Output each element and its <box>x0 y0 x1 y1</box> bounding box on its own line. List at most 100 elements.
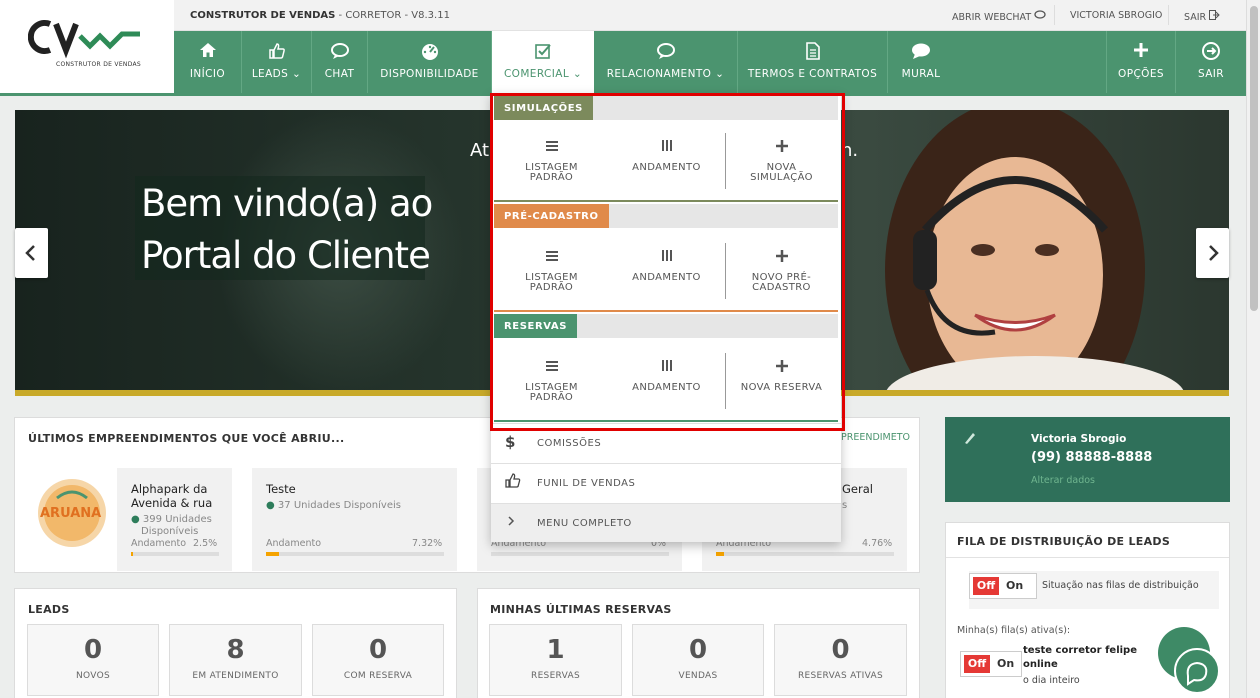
project-name-line2: Avenida & rua <box>131 496 213 510</box>
top-bar: CONSTRUTOR DE VENDAS - CORRETOR - V8.3.1… <box>174 0 1246 31</box>
progress-bar <box>266 552 444 556</box>
project-name: Alphapark da <box>131 482 208 496</box>
stat-value: 0 <box>368 635 388 665</box>
toggle-on: On <box>1006 579 1024 592</box>
funil-de-vendas-link[interactable]: FUNIL DE VENDAS <box>491 463 841 503</box>
leads-queue-title: FILA DE DISTRIBUIÇÃO DE LEADS <box>957 535 1171 548</box>
exit-icon <box>1202 42 1220 60</box>
stat-value: 8 <box>226 635 245 665</box>
plus-icon <box>1134 43 1148 57</box>
chat-widget-icon[interactable] <box>1174 648 1220 694</box>
project-card[interactable]: ARUANA Alphapark da Avenida & rua ● 399 … <box>22 468 232 571</box>
project-name: Geral <box>842 482 873 496</box>
progress-value: 7.32% <box>412 538 443 549</box>
nav-leads[interactable]: LEADS ⌄ <box>242 31 312 93</box>
queue-status-toggle[interactable]: Off On <box>969 573 1037 599</box>
progress-value: 2.5% <box>193 538 218 549</box>
nav-comercial[interactable]: COMERCIAL ⌄ <box>492 31 594 93</box>
link-label: MENU COMPLETO <box>537 518 632 529</box>
project-units: ● 399 Unidades <box>131 514 212 525</box>
stat-reservas[interactable]: 1 RESERVAS <box>489 624 622 696</box>
all-projects-link[interactable]: PREENDIMETO <box>841 432 910 443</box>
stat-value: 0 <box>831 635 850 665</box>
chevron-right-icon <box>1209 245 1219 261</box>
active-queues-label: Minha(s) fila(s) ativa(s): <box>957 625 1071 636</box>
project-units-text: 399 Unidades <box>142 514 212 525</box>
logout-link[interactable]: SAIR <box>1184 10 1220 23</box>
nav-label: MURAL <box>901 68 941 80</box>
thumbs-up-icon <box>505 473 521 492</box>
progress-value: 4.76% <box>862 538 893 549</box>
status-dot-icon: ● <box>131 514 140 525</box>
logo-subtitle: CONSTRUTOR DE VENDAS <box>56 61 142 68</box>
project-card[interactable]: Teste ● 37 Unidades Disponíveis Andament… <box>252 468 457 571</box>
banner-title-line2: Portal do Cliente <box>141 234 431 277</box>
project-units-text: 37 Unidades Disponíveis <box>277 500 401 511</box>
project-logo-area: ARUANA <box>22 468 117 571</box>
open-webchat-link[interactable]: ABRIR WEBCHAT <box>952 10 1046 23</box>
document-icon <box>805 42 820 60</box>
stat-label: RESERVAS <box>531 671 580 681</box>
nav-label: LEADS ⌄ <box>242 68 311 80</box>
carousel-prev-button[interactable] <box>15 228 48 278</box>
support-agent-image <box>885 110 1185 396</box>
dashboard-icon <box>421 44 438 60</box>
chevron-right-icon <box>505 513 519 532</box>
nav-mural[interactable]: MURAL <box>888 31 954 93</box>
banner-title-line1: Bem vindo(a) ao <box>141 182 433 225</box>
status-dot-icon: ● <box>266 500 275 511</box>
nav-label: INÍCIO <box>189 68 226 80</box>
link-label: FUNIL DE VENDAS <box>537 478 636 489</box>
stat-reservas-ativas[interactable]: 0 RESERVAS ATIVAS <box>774 624 907 696</box>
progress-bar <box>716 552 894 556</box>
stat-label: VENDAS <box>678 671 718 681</box>
nav-relacionamento[interactable]: RELACIONAMENTO ⌄ <box>594 31 738 93</box>
edit-profile-link[interactable]: Alterar dados <box>1031 475 1095 486</box>
page-scrollbar[interactable] <box>1246 0 1260 698</box>
queue-period: o dia inteiro <box>1023 675 1080 686</box>
webchat-label: ABRIR WEBCHAT <box>952 12 1032 23</box>
project-units: ● 37 Unidades Disponíveis <box>266 500 401 511</box>
user-card: Victoria Sbrogio (99) 88888-8888 Alterar… <box>945 417 1230 502</box>
toggle-off: Off <box>973 577 999 595</box>
comment-icon <box>912 43 930 59</box>
stat-em-atendimento[interactable]: 8 EM ATENDIMENTO <box>169 624 302 696</box>
nav-label-text: COMERCIAL <box>503 68 570 80</box>
exit-icon <box>1209 10 1220 20</box>
highlight-box <box>490 93 845 431</box>
progress-label: Andamento <box>266 538 322 549</box>
progress-fill <box>266 552 280 556</box>
scrollbar-thumb[interactable] <box>1250 6 1258 311</box>
logo[interactable]: CONSTRUTOR DE VENDAS <box>0 0 174 93</box>
queue-toggle[interactable]: Off On <box>960 651 1022 677</box>
nav-sair[interactable]: SAIR <box>1176 31 1246 93</box>
project-units-line2: Disponíveis <box>141 526 199 537</box>
stat-novos[interactable]: 0 NOVOS <box>27 624 159 696</box>
nav-opcoes[interactable]: OPÇÕES <box>1106 31 1176 93</box>
nav-chat[interactable]: CHAT <box>312 31 368 93</box>
nav-disponibilidade[interactable]: DISPONIBILIDADE <box>368 31 492 93</box>
thumbs-up-icon <box>268 43 285 59</box>
toggle-off: Off <box>964 655 990 673</box>
nav-inicio[interactable]: INÍCIO <box>174 31 242 93</box>
home-icon <box>199 43 216 57</box>
nav-label: SAIR <box>1197 68 1225 80</box>
cv-logo-icon <box>28 20 140 59</box>
menu-completo-link[interactable]: MENU COMPLETO <box>491 503 841 542</box>
user-name: Victoria Sbrogio <box>1031 433 1127 445</box>
queue-name: teste corretor felipe <box>1023 645 1137 656</box>
nav-termos[interactable]: TERMOS E CONTRATOS <box>738 31 888 93</box>
progress-bar <box>131 552 219 556</box>
user-name-link[interactable]: VICTORIA SBROGIO <box>1070 10 1162 21</box>
system-name: CONSTRUTOR DE VENDAS <box>190 10 336 21</box>
nav-label-text: RELACIONAMENTO <box>606 68 712 80</box>
stat-vendas[interactable]: 0 VENDAS <box>632 624 764 696</box>
chat-icon <box>1186 661 1208 686</box>
stat-com-reserva[interactable]: 0 COM RESERVA <box>312 624 444 696</box>
user-phone: (99) 88888-8888 <box>1031 450 1153 465</box>
carousel-next-button[interactable] <box>1196 228 1229 278</box>
reservations-title: MINHAS ÚLTIMAS RESERVAS <box>490 603 672 616</box>
nav-label: TERMOS E CONTRATOS <box>747 68 878 80</box>
nav-label: COMERCIAL ⌄ <box>492 68 594 80</box>
nav-label: OPÇÕES <box>1118 68 1164 80</box>
